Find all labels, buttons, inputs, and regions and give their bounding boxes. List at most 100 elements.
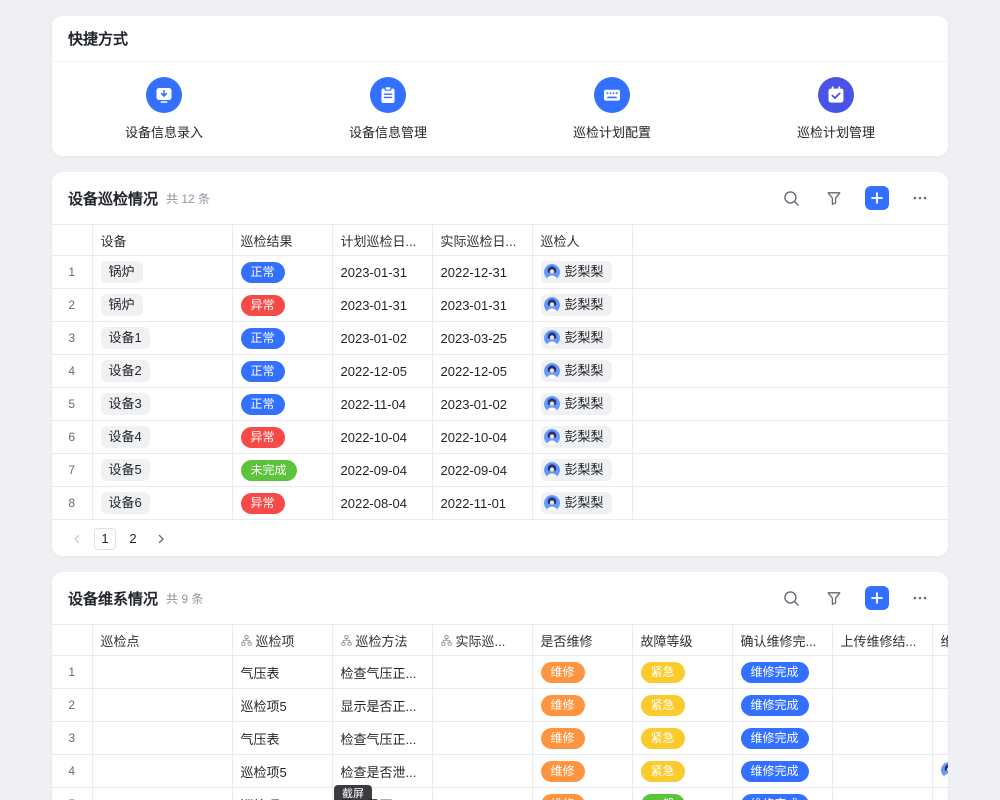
repair-cell[interactable]: 维修 <box>532 656 632 689</box>
page-button-1[interactable]: 1 <box>94 528 116 550</box>
inspector-cell[interactable]: 彭梨梨 <box>532 289 632 322</box>
upload-cell[interactable] <box>832 788 932 800</box>
actual-date-cell[interactable]: 2023-03-25 <box>432 322 532 355</box>
device-cell[interactable]: 设备3 <box>92 388 232 421</box>
actual-date-cell[interactable]: 2022-12-05 <box>432 355 532 388</box>
more-options-icon[interactable] <box>908 186 932 210</box>
result-cell[interactable]: 正常 <box>232 256 332 289</box>
level-cell[interactable]: 紧急 <box>632 722 732 755</box>
search-icon[interactable] <box>779 586 803 610</box>
repair-cell[interactable]: 维修 <box>532 722 632 755</box>
actual-date-cell[interactable]: 2022-12-31 <box>432 256 532 289</box>
table-row[interactable]: 1锅炉正常2023-01-312022-12-31彭梨梨 <box>52 256 948 289</box>
table-row[interactable]: 2锅炉异常2023-01-312023-01-31彭梨梨 <box>52 289 948 322</box>
actual-cell[interactable] <box>432 656 532 689</box>
upload-cell[interactable] <box>832 689 932 722</box>
confirm-cell[interactable]: 维修完成 <box>732 722 832 755</box>
table-row[interactable]: 2巡检项5显示是否正...维修紧急维修完成 <box>52 689 948 722</box>
column-header[interactable]: 巡检人 <box>532 225 632 256</box>
method-cell[interactable]: 检查是否泄... <box>332 755 432 788</box>
add-record-button[interactable] <box>865 586 889 610</box>
item-cell[interactable]: 气压表 <box>232 656 332 689</box>
column-header[interactable]: 故障等级 <box>632 625 732 656</box>
inspector-cell[interactable]: 彭梨梨 <box>532 388 632 421</box>
column-header[interactable]: 巡检结果 <box>232 225 332 256</box>
shortcut-item[interactable]: 设备信息录入 <box>52 77 276 141</box>
result-cell[interactable]: 异常 <box>232 487 332 520</box>
extra-cell[interactable] <box>932 755 948 788</box>
point-cell[interactable] <box>92 755 232 788</box>
shortcut-item[interactable]: 设备信息管理 <box>276 77 500 141</box>
method-cell[interactable]: 显示是否正... <box>332 689 432 722</box>
inspector-cell[interactable]: 彭梨梨 <box>532 355 632 388</box>
column-header[interactable]: 是否维修 <box>532 625 632 656</box>
repair-cell[interactable]: 维修 <box>532 755 632 788</box>
extra-cell[interactable] <box>932 788 948 800</box>
extra-cell[interactable] <box>932 689 948 722</box>
inspector-cell[interactable]: 彭梨梨 <box>532 487 632 520</box>
planned-date-cell[interactable]: 2022-11-04 <box>332 388 432 421</box>
extra-cell[interactable] <box>932 656 948 689</box>
planned-date-cell[interactable]: 2022-10-04 <box>332 421 432 454</box>
result-cell[interactable]: 异常 <box>232 421 332 454</box>
result-cell[interactable]: 未完成 <box>232 454 332 487</box>
point-cell[interactable] <box>92 722 232 755</box>
column-header[interactable]: 上传维修结... <box>832 625 932 656</box>
column-header[interactable]: 计划巡检日... <box>332 225 432 256</box>
page-button-2[interactable]: 2 <box>122 528 144 550</box>
table-row[interactable]: 5巡检项5显示是否正...维修一般维修完成 <box>52 788 948 800</box>
actual-cell[interactable] <box>432 689 532 722</box>
shortcut-item[interactable]: 巡检计划管理 <box>724 77 948 141</box>
more-options-icon[interactable] <box>908 586 932 610</box>
planned-date-cell[interactable]: 2022-12-05 <box>332 355 432 388</box>
table-row[interactable]: 4巡检项5检查是否泄...维修紧急维修完成 <box>52 755 948 788</box>
planned-date-cell[interactable]: 2023-01-31 <box>332 256 432 289</box>
filter-icon[interactable] <box>822 586 846 610</box>
prev-page-button[interactable] <box>66 528 88 550</box>
inspector-cell[interactable]: 彭梨梨 <box>532 454 632 487</box>
planned-date-cell[interactable]: 2023-01-31 <box>332 289 432 322</box>
result-cell[interactable]: 异常 <box>232 289 332 322</box>
result-cell[interactable]: 正常 <box>232 322 332 355</box>
table-row[interactable]: 1气压表检查气压正...维修紧急维修完成 <box>52 656 948 689</box>
actual-cell[interactable] <box>432 722 532 755</box>
device-cell[interactable]: 设备4 <box>92 421 232 454</box>
actual-date-cell[interactable]: 2022-09-04 <box>432 454 532 487</box>
upload-cell[interactable] <box>832 722 932 755</box>
column-header[interactable]: 确认维修完... <box>732 625 832 656</box>
actual-cell[interactable] <box>432 788 532 800</box>
method-cell[interactable]: 检查气压正... <box>332 722 432 755</box>
point-cell[interactable] <box>92 656 232 689</box>
inspector-cell[interactable]: 彭梨梨 <box>532 256 632 289</box>
table-row[interactable]: 4设备2正常2022-12-052022-12-05彭梨梨 <box>52 355 948 388</box>
confirm-cell[interactable]: 维修完成 <box>732 755 832 788</box>
result-cell[interactable]: 正常 <box>232 388 332 421</box>
confirm-cell[interactable]: 维修完成 <box>732 788 832 800</box>
device-cell[interactable]: 设备6 <box>92 487 232 520</box>
item-cell[interactable]: 巡检项5 <box>232 788 332 800</box>
repair-cell[interactable]: 维修 <box>532 689 632 722</box>
column-header[interactable]: 巡检点 <box>92 625 232 656</box>
method-cell[interactable]: 检查气压正... <box>332 656 432 689</box>
column-header[interactable]: 实际巡... <box>432 625 532 656</box>
inspector-cell[interactable]: 彭梨梨 <box>532 322 632 355</box>
filter-icon[interactable] <box>822 186 846 210</box>
table-row[interactable]: 6设备4异常2022-10-042022-10-04彭梨梨 <box>52 421 948 454</box>
table-row[interactable]: 3设备1正常2023-01-022023-03-25彭梨梨 <box>52 322 948 355</box>
device-cell[interactable]: 设备2 <box>92 355 232 388</box>
level-cell[interactable]: 紧急 <box>632 755 732 788</box>
confirm-cell[interactable]: 维修完成 <box>732 689 832 722</box>
point-cell[interactable] <box>92 788 232 800</box>
repair-cell[interactable]: 维修 <box>532 788 632 800</box>
item-cell[interactable]: 巡检项5 <box>232 689 332 722</box>
item-cell[interactable]: 气压表 <box>232 722 332 755</box>
actual-date-cell[interactable]: 2022-10-04 <box>432 421 532 454</box>
device-cell[interactable]: 设备5 <box>92 454 232 487</box>
table-row[interactable]: 5设备3正常2022-11-042023-01-02彭梨梨 <box>52 388 948 421</box>
level-cell[interactable]: 紧急 <box>632 656 732 689</box>
extra-cell[interactable] <box>932 722 948 755</box>
shortcut-item[interactable]: 巡检计划配置 <box>500 77 724 141</box>
item-cell[interactable]: 巡检项5 <box>232 755 332 788</box>
actual-date-cell[interactable]: 2022-11-01 <box>432 487 532 520</box>
table-row[interactable]: 3气压表检查气压正...维修紧急维修完成 <box>52 722 948 755</box>
